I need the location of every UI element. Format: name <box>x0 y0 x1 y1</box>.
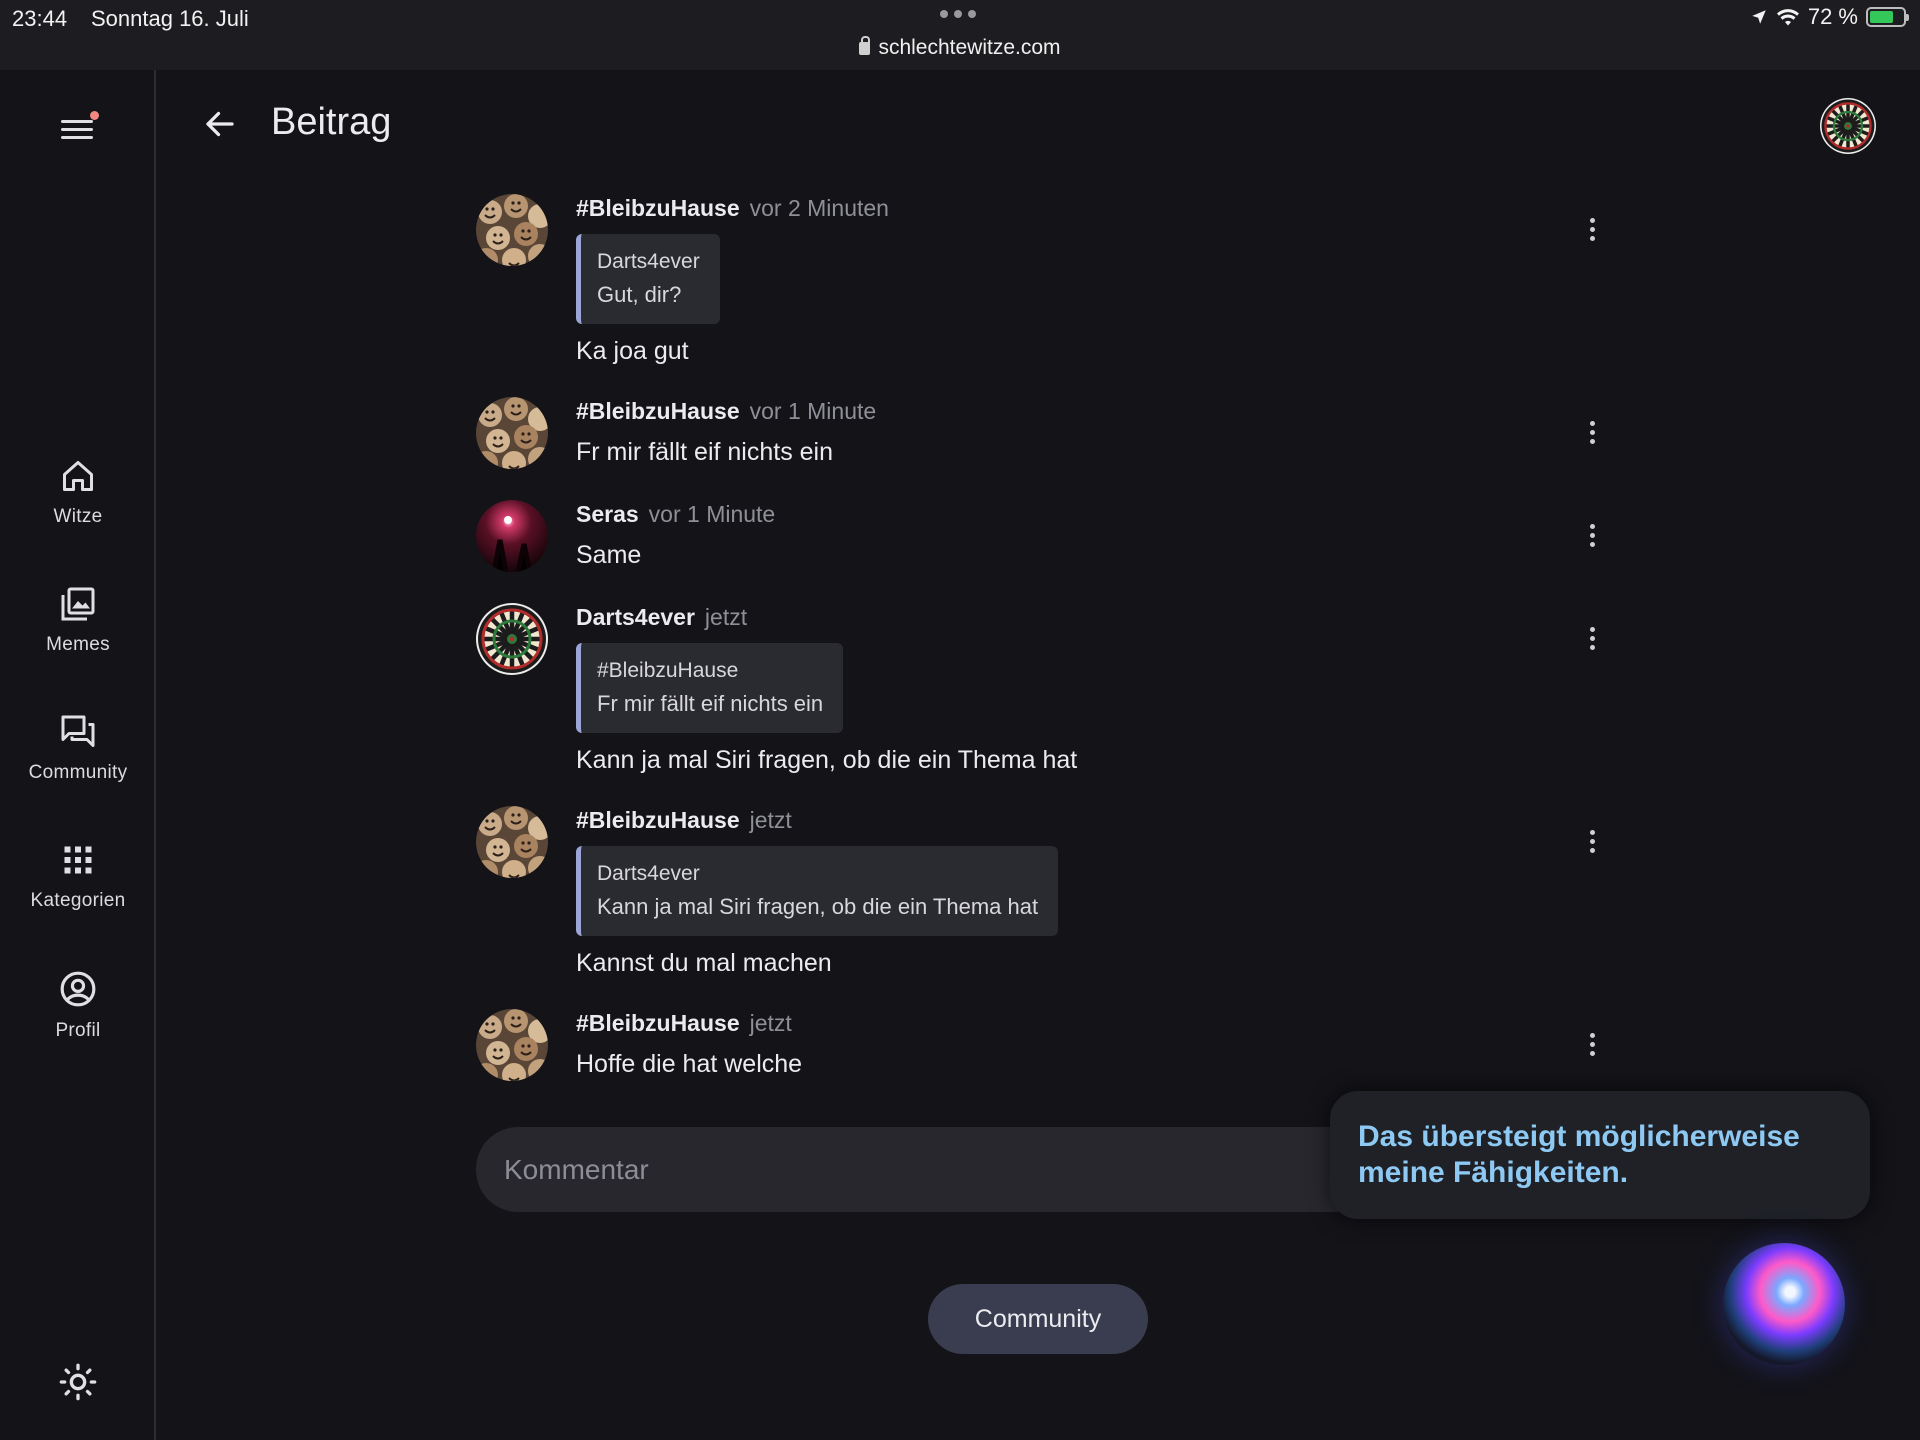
siri-response-bubble: Das übersteigt möglicherweise meine Fähi… <box>1330 1091 1870 1219</box>
more-options-icon[interactable] <box>1576 625 1608 657</box>
comment-time: vor 1 Minute <box>749 398 877 424</box>
address-bar[interactable]: schlechtewitze.com <box>0 36 1920 60</box>
arrow-left-icon <box>206 111 234 137</box>
sidebar: Witze Memes Community Kategorien Profil <box>0 70 156 1440</box>
quote-text: Fr mir fällt eif nichts ein <box>597 691 824 716</box>
comment-text: Ka joa gut <box>576 337 689 365</box>
comment-text: Hoffe die hat welche <box>576 1050 803 1078</box>
quote-author: Darts4ever <box>597 250 700 273</box>
status-time: 23:44 <box>12 6 68 31</box>
sidebar-item-community[interactable]: Community <box>0 714 156 824</box>
comment-time: jetzt <box>749 807 792 833</box>
comment-time: jetzt <box>749 1010 792 1036</box>
siri-message: Das übersteigt möglicherweise meine Fähi… <box>1358 1120 1800 1189</box>
sidebar-item-memes[interactable]: Memes <box>0 586 156 696</box>
comment-text: Fr mir fällt eif nichts ein <box>576 438 834 466</box>
wifi-icon <box>1776 9 1799 26</box>
comment-author[interactable]: Darts4ever <box>576 604 695 630</box>
sidebar-item-profil[interactable]: Profil <box>0 970 156 1080</box>
avatar[interactable] <box>476 806 548 878</box>
avatar[interactable] <box>476 1009 548 1081</box>
comment-author[interactable]: #BleibzuHause <box>576 807 740 833</box>
avatar[interactable] <box>476 500 548 572</box>
avatar[interactable] <box>476 194 548 266</box>
more-options-icon[interactable] <box>1576 828 1608 860</box>
comment-time: vor 1 Minute <box>648 501 776 527</box>
url-text: schlechtewitze.com <box>878 36 1061 59</box>
sun-icon <box>59 1363 97 1401</box>
more-options-icon[interactable] <box>1576 419 1608 451</box>
sidebar-item-label: Profil <box>55 1020 101 1041</box>
community-button[interactable]: Community <box>928 1284 1148 1354</box>
quoted-comment[interactable]: Darts4ever Kann ja mal Siri fragen, ob d… <box>576 846 1059 936</box>
more-options-icon[interactable] <box>1576 1031 1608 1063</box>
user-avatar[interactable] <box>1820 98 1876 154</box>
sidebar-item-label: Kategorien <box>30 890 126 911</box>
comment-text: Same <box>576 541 642 569</box>
quote-text: Kann ja mal Siri fragen, ob die ein Them… <box>597 894 1039 919</box>
comment-input[interactable] <box>476 1127 1376 1212</box>
more-options-icon[interactable] <box>1576 216 1608 248</box>
theme-toggle-button[interactable] <box>58 1362 98 1402</box>
lock-icon <box>859 36 871 55</box>
comment-author[interactable]: #BleibzuHause <box>576 1010 740 1036</box>
comment-time: vor 2 Minuten <box>749 195 889 221</box>
more-options-icon[interactable] <box>1576 522 1608 554</box>
sidebar-item-label: Community <box>28 762 128 783</box>
quoted-comment[interactable]: Darts4ever Gut, dir? <box>576 234 720 324</box>
location-arrow-icon <box>1752 10 1766 24</box>
multitasking-dots-icon[interactable] <box>940 10 976 18</box>
status-indicators: 72 % <box>1750 4 1909 30</box>
status-date: Sonntag 16. Juli <box>91 6 249 31</box>
avatar[interactable] <box>476 603 548 675</box>
hamburger-menu-icon[interactable] <box>61 111 99 148</box>
status-bar: 23:44 Sonntag 16. Juli schlechtewitze.co… <box>0 0 1920 70</box>
dartboard-icon <box>1820 98 1876 154</box>
apps-grid-icon <box>64 846 92 874</box>
comment-text: Kannst du mal machen <box>576 949 832 977</box>
comment-author[interactable]: #BleibzuHause <box>576 195 740 221</box>
quoted-comment[interactable]: #BleibzuHause Fr mir fällt eif nichts ei… <box>576 643 844 733</box>
page-title: Beitrag <box>271 101 392 143</box>
comment-author[interactable]: #BleibzuHause <box>576 398 740 424</box>
image-gallery-icon <box>61 587 95 621</box>
comment-time: jetzt <box>704 604 748 630</box>
account-circle-icon <box>60 971 96 1007</box>
sidebar-item-kategorien[interactable]: Kategorien <box>0 842 156 952</box>
battery-icon <box>1866 7 1909 27</box>
notification-dot <box>90 111 99 120</box>
comment-author[interactable]: Seras <box>576 501 639 527</box>
comment-text: Kann ja mal Siri fragen, ob die ein Them… <box>576 746 1078 774</box>
sidebar-item-witze[interactable]: Witze <box>0 458 156 568</box>
home-icon <box>63 461 93 491</box>
back-button[interactable] <box>202 106 238 142</box>
sidebar-item-label: Witze <box>53 506 103 527</box>
quote-author: Darts4ever <box>597 862 700 885</box>
quote-text: Gut, dir? <box>597 282 682 307</box>
avatar[interactable] <box>476 397 548 469</box>
forum-icon <box>61 715 95 747</box>
sidebar-item-label: Memes <box>46 634 110 655</box>
battery-percent: 72 % <box>1807 4 1858 29</box>
siri-orb-icon[interactable] <box>1723 1243 1845 1365</box>
quote-author: #BleibzuHause <box>597 659 739 682</box>
